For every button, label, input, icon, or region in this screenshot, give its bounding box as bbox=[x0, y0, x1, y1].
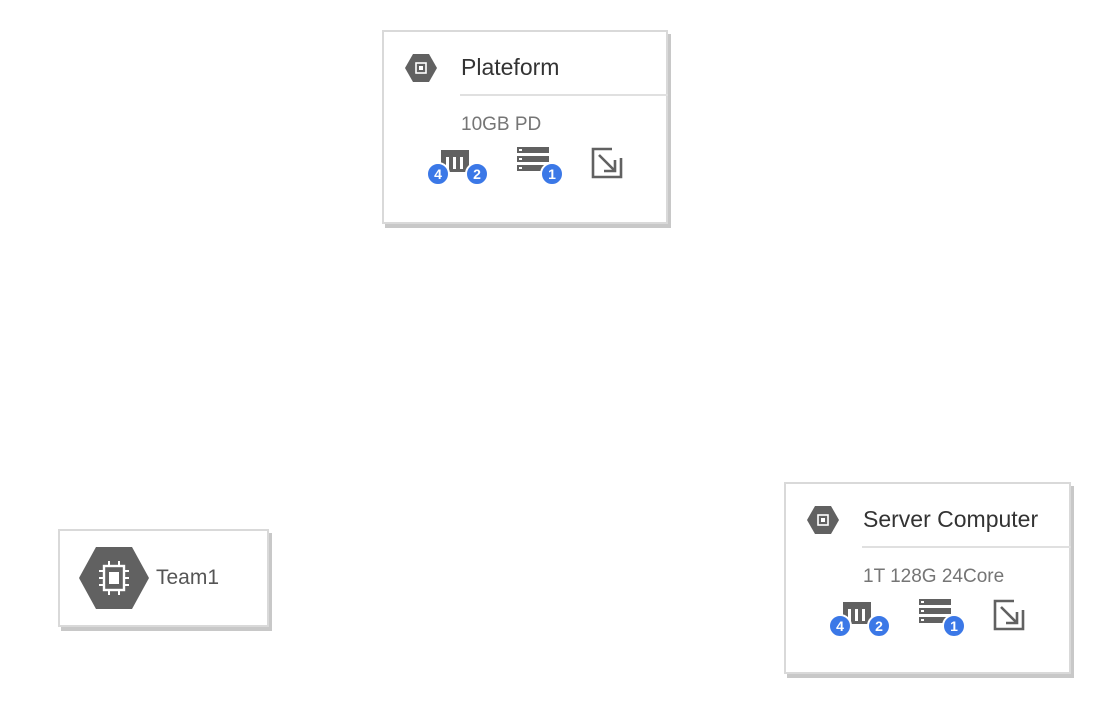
compute-engine-icon bbox=[807, 506, 839, 534]
memory-indicator[interactable]: 4 2 bbox=[826, 596, 896, 640]
title-divider bbox=[460, 94, 668, 96]
node-subtitle: 10GB PD bbox=[461, 114, 542, 135]
storage-indicator[interactable]: 1 bbox=[916, 596, 976, 640]
expand-arrow-icon[interactable] bbox=[590, 146, 624, 180]
title-divider bbox=[862, 546, 1071, 548]
node-title: Server Computer bbox=[863, 506, 1039, 532]
node-subtitle: 1T 128G 24Core bbox=[863, 566, 1005, 587]
memory-indicator[interactable]: 4 2 bbox=[424, 144, 494, 188]
node-icon-row: 4 2 1 bbox=[826, 596, 1036, 640]
storage-badge: 1 bbox=[540, 162, 564, 186]
compute-engine-icon bbox=[79, 547, 149, 609]
node-card-plateform[interactable]: Plateform 10GB PD 4 2 1 bbox=[382, 30, 668, 224]
node-icon-row: 4 2 1 bbox=[424, 144, 634, 188]
expand-arrow-icon[interactable] bbox=[992, 598, 1026, 632]
team-node[interactable]: Team1 bbox=[58, 529, 269, 627]
team-label: Team1 bbox=[156, 566, 220, 589]
memory-badge-left: 4 bbox=[828, 614, 852, 638]
memory-badge-left: 4 bbox=[426, 162, 450, 186]
storage-indicator[interactable]: 1 bbox=[514, 144, 574, 188]
storage-badge: 1 bbox=[942, 614, 966, 638]
compute-engine-icon bbox=[405, 54, 437, 82]
memory-badge-right: 2 bbox=[465, 162, 489, 186]
node-card-server-computer[interactable]: Server Computer 1T 128G 24Core 4 2 1 bbox=[784, 482, 1071, 674]
node-title: Plateform bbox=[461, 54, 560, 80]
memory-badge-right: 2 bbox=[867, 614, 891, 638]
